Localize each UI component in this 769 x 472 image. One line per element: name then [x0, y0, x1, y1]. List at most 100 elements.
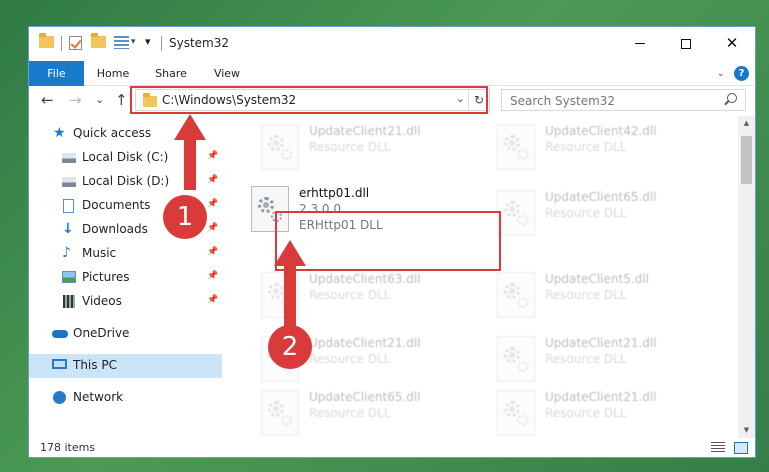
- scroll-down-icon[interactable]: ▼: [738, 423, 755, 438]
- details-view-icon[interactable]: [711, 442, 725, 454]
- list-item[interactable]: UpdateClient21.dll Resource DLL: [487, 332, 712, 388]
- gear-icon: [504, 201, 520, 217]
- file-description: Resource DLL: [545, 140, 627, 154]
- file-description: Resource DLL: [545, 352, 627, 366]
- search-box: [501, 89, 746, 111]
- file-description: Resource DLL: [545, 406, 627, 420]
- maximize-button[interactable]: [663, 27, 709, 60]
- divider: [61, 36, 62, 51]
- scroll-up-icon[interactable]: ▲: [738, 116, 755, 131]
- file-description: Resource DLL: [309, 288, 391, 302]
- item-count: 178 items: [40, 441, 96, 454]
- list-item[interactable]: UpdateClient42.dll Resource DLL: [487, 120, 712, 176]
- file-icon: [497, 272, 535, 318]
- gear-icon: [517, 415, 528, 426]
- file-icon: [261, 390, 299, 436]
- qa-dropdown-icon[interactable]: ▾: [131, 37, 136, 53]
- sidebar-item-label: Videos: [82, 294, 122, 308]
- folder-icon: [39, 33, 54, 52]
- file-description: Resource DLL: [309, 406, 391, 420]
- tab-share[interactable]: Share: [147, 61, 195, 86]
- sidebar-item-label: Documents: [82, 198, 151, 212]
- file-name: UpdateClient21.dll: [545, 336, 657, 350]
- callout-arrow-up: [174, 114, 206, 190]
- sidebar-item-label: Music: [82, 246, 117, 260]
- sidebar-item-label: This PC: [73, 358, 117, 372]
- tab-home[interactable]: Home: [91, 61, 135, 86]
- close-button[interactable]: ✕: [709, 27, 755, 60]
- customize-toolbar-icon[interactable]: ▾: [145, 35, 151, 51]
- sidebar-item-label: Local Disk (C:): [82, 150, 169, 164]
- sidebar-item-pictures[interactable]: Pictures 📌: [29, 266, 222, 290]
- tab-view[interactable]: View: [205, 61, 249, 86]
- tiles-view-icon[interactable]: [734, 442, 748, 454]
- file-name: UpdateClient63.dll: [309, 272, 421, 286]
- pin-icon[interactable]: 📌: [207, 271, 218, 281]
- sidebar-item-label: Downloads: [82, 222, 148, 236]
- minimize-button[interactable]: [617, 27, 663, 60]
- gear-icon: [517, 297, 528, 308]
- gear-icon: [281, 149, 292, 160]
- gear-icon: [258, 197, 274, 213]
- pin-icon[interactable]: 📌: [207, 295, 218, 305]
- disk-icon: [62, 177, 76, 187]
- minimize-icon: [635, 43, 645, 44]
- search-icon[interactable]: [727, 93, 737, 103]
- sidebar-item-network[interactable]: Network: [29, 386, 222, 410]
- vertical-scrollbar[interactable]: ▲ ▼: [738, 116, 755, 438]
- scroll-thumb[interactable]: [741, 136, 752, 184]
- gear-icon: [504, 135, 520, 151]
- recent-locations-icon[interactable]: ⌄: [95, 93, 104, 106]
- forward-arrow-icon[interactable]: →: [69, 91, 82, 109]
- new-folder-icon[interactable]: [91, 33, 106, 52]
- search-input[interactable]: [502, 91, 712, 111]
- cloud-icon: [52, 330, 68, 338]
- pin-icon[interactable]: 📌: [207, 199, 218, 209]
- window-title: System32: [169, 36, 230, 50]
- gear-icon: [268, 401, 284, 417]
- status-bar: 178 items: [29, 438, 755, 457]
- list-item[interactable]: UpdateClient65.dll Resource DLL: [487, 186, 712, 242]
- ribbon-tabs: File Home Share View ⌄ ?: [29, 61, 755, 86]
- file-name: UpdateClient21.dll: [309, 336, 421, 350]
- gear-icon: [281, 415, 292, 426]
- file-name: erhttp01.dll: [299, 186, 370, 200]
- music-icon: ♪: [62, 245, 71, 261]
- ribbon-collapse-icon[interactable]: ⌄: [717, 68, 725, 79]
- list-item[interactable]: UpdateClient65.dll Resource DLL: [251, 386, 476, 438]
- gear-icon: [504, 401, 520, 417]
- sidebar-item-label: Pictures: [82, 270, 130, 284]
- view-options-icon[interactable]: [114, 36, 129, 52]
- callout-number-2: 2: [268, 325, 312, 369]
- file-description: Resource DLL: [309, 352, 391, 366]
- sidebar-item-music[interactable]: ♪ Music 📌: [29, 242, 222, 266]
- list-item[interactable]: UpdateClient21.dll Resource DLL: [487, 386, 712, 438]
- back-arrow-icon[interactable]: ←: [41, 91, 54, 109]
- gear-icon: [517, 215, 528, 226]
- star-icon: ★: [53, 125, 66, 141]
- close-icon: ✕: [725, 34, 739, 52]
- file-name: UpdateClient5.dll: [545, 272, 649, 286]
- file-list: UpdateClient21.dll Resource DLL UpdateCl…: [239, 116, 738, 438]
- file-name: UpdateClient65.dll: [309, 390, 421, 404]
- file-description: Resource DLL: [309, 140, 391, 154]
- pin-icon[interactable]: 📌: [207, 247, 218, 257]
- sidebar-item-label: Network: [73, 390, 124, 404]
- tab-file[interactable]: File: [29, 61, 84, 86]
- properties-check-icon[interactable]: [69, 36, 82, 52]
- sidebar-item-onedrive[interactable]: OneDrive: [29, 322, 222, 346]
- document-icon: [63, 199, 74, 213]
- sidebar-item-this-pc[interactable]: This PC: [29, 354, 222, 378]
- list-item[interactable]: UpdateClient5.dll Resource DLL: [487, 268, 712, 324]
- sidebar-item-label: Local Disk (D:): [82, 174, 170, 188]
- arrow-up-shape: [274, 240, 306, 328]
- sidebar-item-label: Quick access: [73, 126, 152, 140]
- help-icon[interactable]: ?: [734, 66, 749, 81]
- up-arrow-icon[interactable]: ↑: [115, 91, 128, 109]
- list-item[interactable]: UpdateClient21.dll Resource DLL: [251, 120, 476, 176]
- file-description: Resource DLL: [545, 288, 627, 302]
- address-highlight-frame: [130, 86, 488, 114]
- file-name: UpdateClient21.dll: [545, 390, 657, 404]
- sidebar-item-videos[interactable]: Videos 📌: [29, 290, 222, 314]
- pin-icon[interactable]: 📌: [207, 223, 218, 233]
